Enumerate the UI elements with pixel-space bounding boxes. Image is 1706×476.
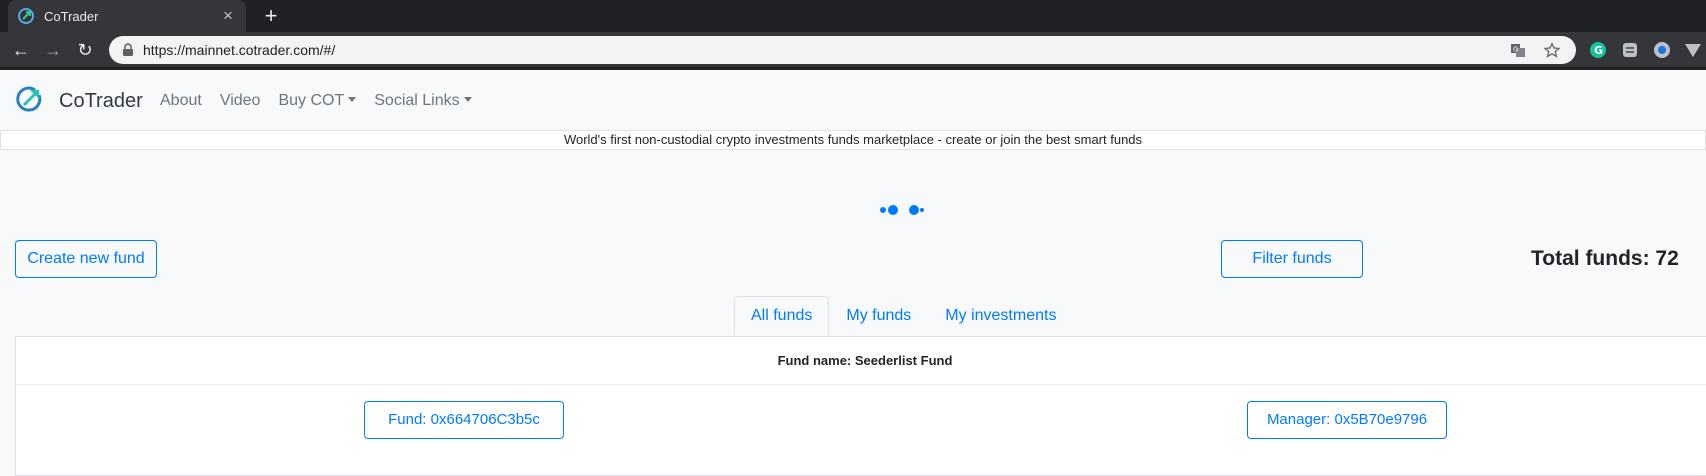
nav-link-about[interactable]: About <box>160 92 202 110</box>
chevron-down-icon <box>463 97 472 102</box>
nav-dropdown-buy-cot[interactable]: Buy COT <box>278 92 357 110</box>
close-tab-icon[interactable]: × <box>220 6 236 26</box>
tab-all-funds[interactable]: All funds <box>734 296 830 336</box>
cotrader-logo-icon[interactable] <box>16 86 44 114</box>
nav-dropdown-buy-cot-label: Buy COT <box>278 92 345 109</box>
fund-card: Fund name: Seederlist Fund Fund: 0x66470… <box>15 336 1706 476</box>
browser-toolbar: ← → ↻ https://mainnet.cotrader.com/#/ G … <box>0 32 1706 68</box>
nav-dropdown-social-links-label: Social Links <box>374 92 460 109</box>
forward-button[interactable]: → <box>41 38 65 62</box>
funds-tabs: All funds My funds My investments <box>734 296 1073 336</box>
address-bar[interactable]: https://mainnet.cotrader.com/#/ G <box>109 36 1576 64</box>
url-text: https://mainnet.cotrader.com/#/ <box>143 42 336 58</box>
cotrader-favicon-icon <box>18 8 34 24</box>
tab-title: CoTrader <box>44 8 99 24</box>
browser-tab[interactable]: CoTrader × <box>8 0 246 32</box>
svg-text:G: G <box>1594 44 1603 57</box>
nav-link-video[interactable]: Video <box>220 92 261 110</box>
site-navbar: CoTrader About Video Buy COT Social Link… <box>0 70 1706 130</box>
page-content: CoTrader About Video Buy COT Social Link… <box>0 70 1706 476</box>
new-tab-button[interactable]: + <box>259 4 283 28</box>
tagline-banner: World's first non-custodial crypto inves… <box>0 130 1706 150</box>
fund-address-button[interactable]: Fund: 0x664706C3b5c <box>364 401 564 439</box>
chevron-down-icon <box>348 97 357 102</box>
manager-address-button[interactable]: Manager: 0x5B70e9796 <box>1247 401 1447 439</box>
fund-name: Fund name: Seederlist Fund <box>16 337 1706 385</box>
vpn-extension-icon[interactable] <box>1684 41 1702 59</box>
browser-tab-bar: CoTrader × + <box>0 0 1706 32</box>
total-funds-count: Total funds: 72 <box>1531 247 1679 270</box>
brand-name[interactable]: CoTrader <box>59 90 143 113</box>
lock-icon <box>123 43 133 56</box>
translate-icon[interactable]: G <box>1508 40 1528 60</box>
tab-my-funds[interactable]: My funds <box>829 296 928 336</box>
bookmark-star-icon[interactable] <box>1542 40 1562 60</box>
back-button[interactable]: ← <box>9 38 33 62</box>
grammarly-extension-icon[interactable]: G <box>1589 41 1607 59</box>
nav-links: About Video Buy COT Social Links <box>160 92 472 110</box>
reload-button[interactable]: ↻ <box>73 38 97 62</box>
nav-dropdown-social-links[interactable]: Social Links <box>374 92 472 110</box>
loading-spinner-icon <box>880 205 924 215</box>
tab-my-investments[interactable]: My investments <box>928 296 1073 336</box>
wallet-extension-icon[interactable] <box>1653 41 1671 59</box>
create-new-fund-button[interactable]: Create new fund <box>15 240 157 278</box>
extension-icon[interactable] <box>1621 41 1639 59</box>
svg-text:G: G <box>1513 46 1518 54</box>
filter-funds-button[interactable]: Filter funds <box>1221 240 1363 278</box>
